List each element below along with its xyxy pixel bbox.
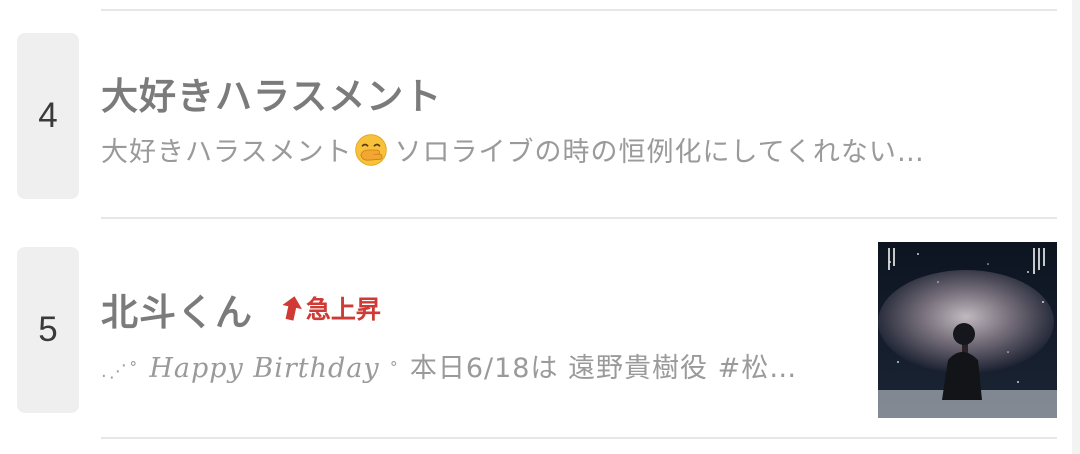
trend-snippet: 大好きハラスメント ソロライブの時の恒例化にしてくれない… xyxy=(101,130,1041,169)
divider xyxy=(101,9,1057,11)
sparkle-decoration: ˚ xyxy=(389,361,401,382)
sparkle-decoration: .⋰˚ xyxy=(101,361,140,382)
rank-number-box: 5 xyxy=(17,247,79,413)
scrollbar-track[interactable] xyxy=(1072,0,1080,454)
divider xyxy=(101,437,1057,439)
trend-ranking-list: 4 大好きハラスメント 大好きハラスメント ソロライブの時の恒例化にしてくれない… xyxy=(0,0,1080,454)
snippet-italic-text: Happy Birthday xyxy=(149,353,380,384)
divider xyxy=(101,217,1057,219)
snippet-text: 本日6/18は 遠野貴樹役 #松… xyxy=(409,353,798,384)
trend-snippet: .⋰˚ Happy Birthday ˚ 本日6/18は 遠野貴樹役 #松… xyxy=(101,346,861,385)
hand-over-mouth-icon xyxy=(355,134,388,166)
rank-number: 5 xyxy=(38,310,58,349)
trending-up-badge: 急上昇 xyxy=(281,290,381,326)
ranking-item-4[interactable]: 4 大好きハラスメント 大好きハラスメント ソロライブの時の恒例化にしてくれない… xyxy=(0,20,1080,216)
rank-number: 4 xyxy=(38,96,58,135)
rank-number-box: 4 xyxy=(17,33,79,199)
snippet-text-continued: ソロライブの時の恒例化にしてくれない… xyxy=(394,137,925,168)
badge-label: 急上昇 xyxy=(305,295,381,324)
thumbnail-image xyxy=(878,242,1057,418)
trend-title: 大好きハラスメント xyxy=(101,75,443,118)
arrow-up-icon xyxy=(282,296,302,321)
movie-poster-thumbnail[interactable] xyxy=(878,242,1057,418)
snippet-text: 大好きハラスメント xyxy=(101,137,353,168)
trend-title: 北斗くん xyxy=(101,291,253,334)
trend-title-row: 北斗くん 急上昇 xyxy=(101,282,381,336)
